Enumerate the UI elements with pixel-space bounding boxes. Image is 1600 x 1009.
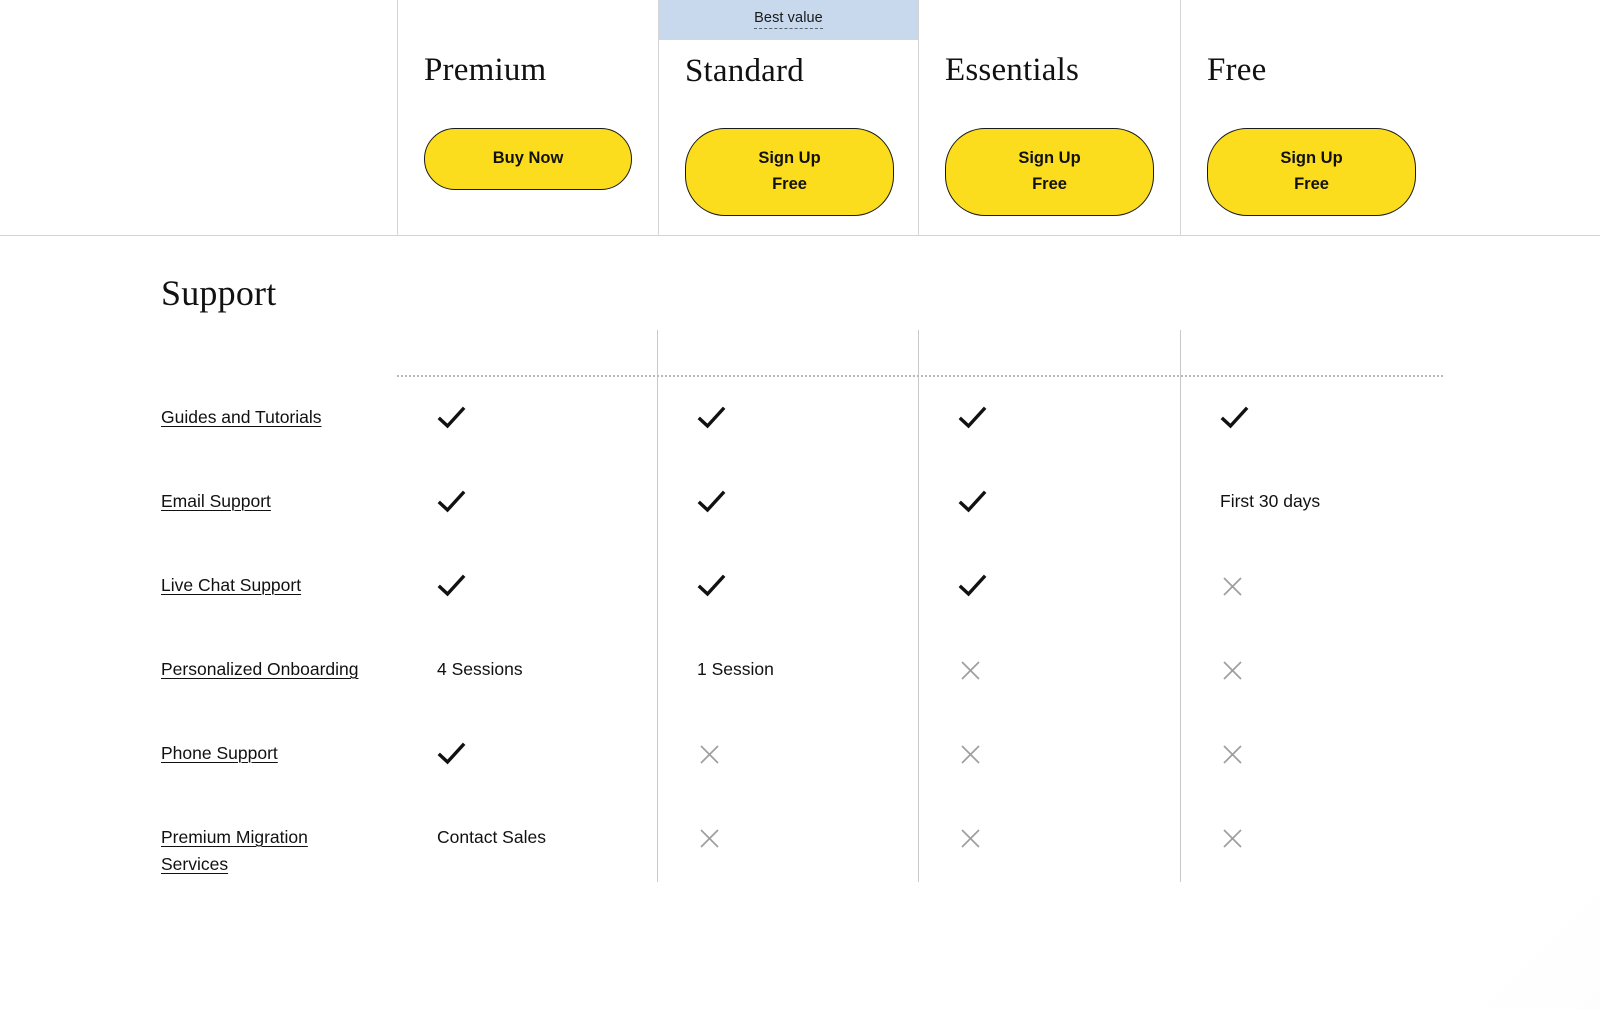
check-icon — [437, 404, 467, 431]
feature-label-link[interactable]: Premium Migration Services — [161, 824, 376, 878]
feature-row: Phone Support — [0, 740, 1600, 824]
plan-column-standard: Best value Standard Sign Up Free — [658, 0, 918, 235]
feature-label-link[interactable]: Phone Support — [161, 740, 376, 767]
feature-value-text: 4 Sessions — [437, 659, 523, 679]
check-icon — [958, 572, 988, 599]
feature-row: Guides and Tutorials — [0, 404, 1600, 488]
feature-value-text: Contact Sales — [437, 827, 546, 847]
cross-icon — [1220, 824, 1250, 851]
check-icon — [437, 572, 467, 599]
feature-label-link[interactable]: Live Chat Support — [161, 572, 376, 599]
plan-name-essentials: Essentials — [945, 52, 1079, 88]
buy-now-button[interactable]: Buy Now — [424, 128, 632, 190]
feature-row: Personalized Onboarding 4 Sessions 1 Sessi… — [0, 656, 1600, 740]
cross-icon — [697, 740, 727, 767]
plan-name-premium: Premium — [424, 52, 547, 88]
plan-column-empty — [0, 0, 397, 235]
plan-header-row: Premium Buy Now Best value Standard Sign… — [0, 0, 1600, 236]
plan-column-free: Free Sign Up Free — [1180, 0, 1443, 235]
cross-icon — [958, 656, 988, 683]
feature-label-link[interactable]: Guides and Tutorials — [161, 404, 376, 431]
check-icon — [437, 488, 467, 515]
feature-row: Email Support First 30 days — [0, 488, 1600, 572]
feature-value-text: First 30 days — [1220, 491, 1321, 511]
check-icon — [958, 404, 988, 431]
check-icon — [437, 740, 467, 767]
check-icon — [697, 404, 727, 431]
feature-comparison-table: Guides and Tutorials Email Support First 3… — [0, 404, 1600, 908]
plan-name-free: Free — [1207, 52, 1267, 88]
feature-value-text: 1 Session — [697, 659, 774, 679]
best-value-banner: Best value — [659, 0, 918, 40]
feature-table-top-rule — [397, 375, 1443, 377]
check-icon — [958, 488, 988, 515]
check-icon — [697, 572, 727, 599]
check-icon — [697, 488, 727, 515]
cross-icon — [1220, 572, 1250, 599]
feature-label-link[interactable]: Personalized Onboarding — [161, 656, 376, 683]
cross-icon — [697, 824, 727, 851]
feature-row: Premium Migration Services Contact Sales — [0, 824, 1600, 908]
sign-up-free-button-essentials[interactable]: Sign Up Free — [945, 128, 1154, 216]
plan-column-premium: Premium Buy Now — [397, 0, 658, 235]
feature-label-link[interactable]: Email Support — [161, 488, 376, 515]
sign-up-free-button-free[interactable]: Sign Up Free — [1207, 128, 1416, 216]
plan-name-standard: Standard — [685, 53, 804, 89]
sign-up-free-button-standard[interactable]: Sign Up Free — [685, 128, 894, 216]
cross-icon — [958, 740, 988, 767]
cross-icon — [1220, 740, 1250, 767]
cross-icon — [958, 824, 988, 851]
check-icon — [1220, 404, 1250, 431]
section-title-support: Support — [161, 273, 277, 313]
feature-row: Live Chat Support — [0, 572, 1600, 656]
cross-icon — [1220, 656, 1250, 683]
best-value-label[interactable]: Best value — [754, 10, 823, 30]
plan-column-essentials: Essentials Sign Up Free — [918, 0, 1180, 235]
